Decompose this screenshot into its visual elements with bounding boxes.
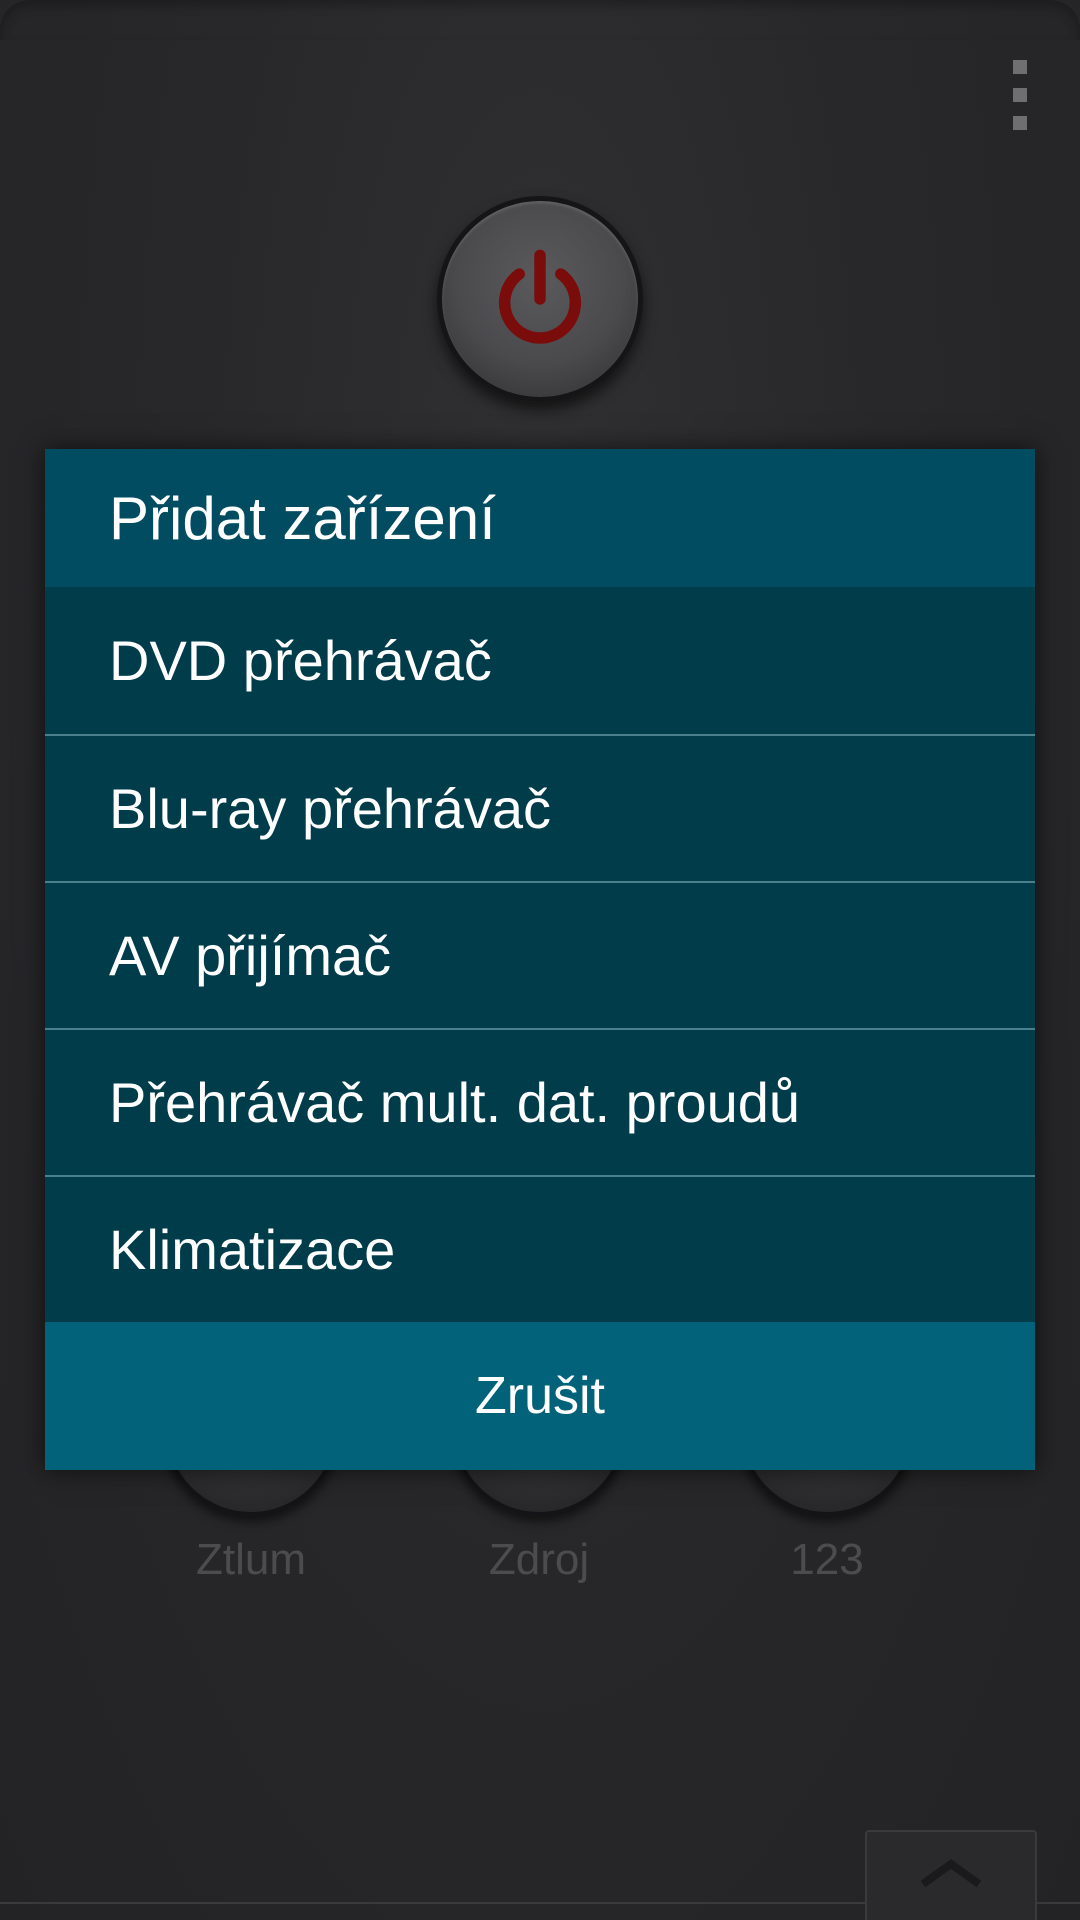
device-option-streaming-player[interactable]: Přehrávač mult. dat. proudů — [45, 1028, 1035, 1175]
device-option-av-receiver[interactable]: AV přijímač — [45, 881, 1035, 1028]
device-option-bluray[interactable]: Blu-ray přehrávač — [45, 734, 1035, 881]
expand-panel-button[interactable] — [865, 1830, 1037, 1920]
overflow-dot — [1013, 116, 1027, 130]
add-device-dialog: Přidat zařízení DVD přehrávač Blu-ray př… — [45, 449, 1035, 1470]
overflow-dot — [1013, 60, 1027, 74]
source-label: Zdroj — [488, 1535, 590, 1584]
screen-top-edge — [0, 0, 1080, 40]
remote-screen: Ztlum Zdroj 123 Přidat zařízení DVD přeh… — [0, 0, 1080, 1920]
device-option-air-conditioner[interactable]: Klimatizace — [45, 1175, 1035, 1322]
overflow-menu-icon[interactable] — [1005, 55, 1035, 135]
mute-label: Ztlum — [196, 1535, 306, 1584]
cancel-button[interactable]: Zrušit — [45, 1322, 1035, 1470]
power-button[interactable] — [437, 196, 643, 402]
overflow-dot — [1013, 88, 1027, 102]
power-icon — [498, 249, 582, 344]
numpad-label: 123 — [790, 1535, 864, 1584]
device-list: DVD přehrávač Blu-ray přehrávač AV přijí… — [45, 587, 1035, 1322]
dialog-title: Přidat zařízení — [45, 449, 1035, 587]
device-option-dvd[interactable]: DVD přehrávač — [45, 587, 1035, 734]
chevron-up-icon — [920, 1859, 982, 1888]
